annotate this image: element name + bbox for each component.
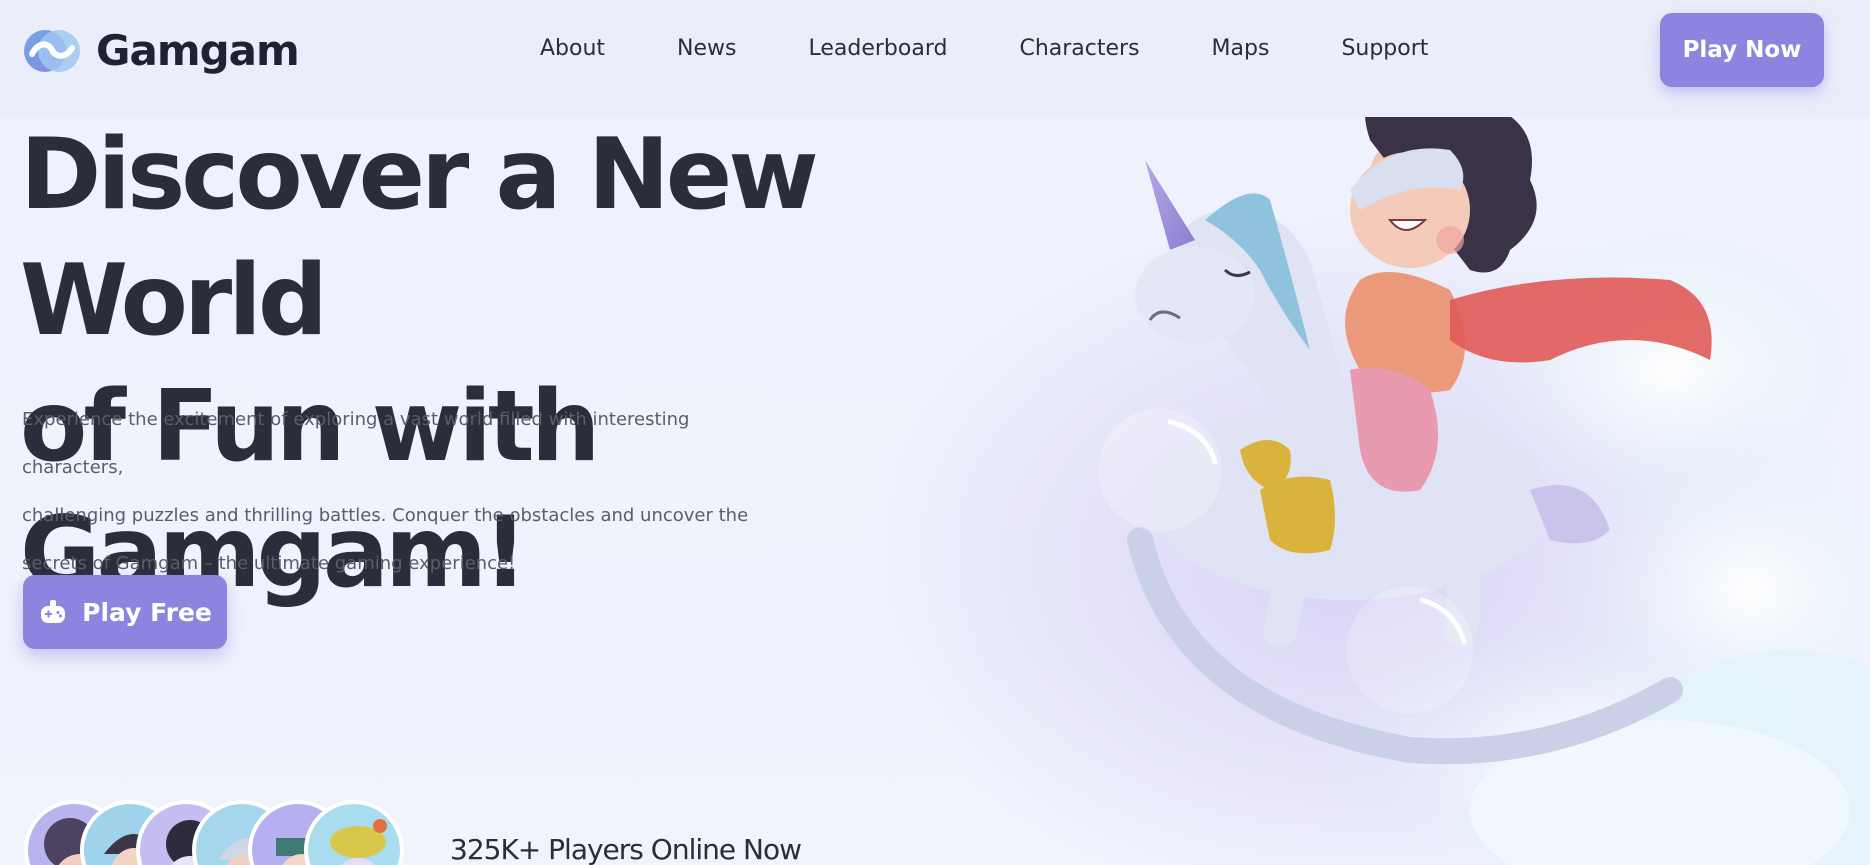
play-free-label: Play Free	[82, 597, 212, 627]
brand-name: Gamgam	[96, 26, 300, 75]
kid-cheek	[1436, 226, 1464, 254]
bubble	[1346, 586, 1474, 714]
nav-characters[interactable]: Characters	[1019, 36, 1139, 61]
gamepad-icon	[41, 600, 66, 623]
unicorn-head	[1135, 247, 1255, 343]
nav-about[interactable]: About	[540, 36, 605, 61]
landing-page: Gamgam About News Leaderboard Characters…	[0, 0, 1870, 865]
nav-support[interactable]: Support	[1341, 36, 1428, 61]
nav-news[interactable]: News	[677, 36, 736, 61]
play-free-button[interactable]: Play Free	[23, 575, 227, 649]
brand-logo[interactable]: Gamgam	[22, 26, 300, 75]
main-nav: About News Leaderboard Characters Maps S…	[540, 36, 1500, 61]
logo-icon	[24, 29, 80, 72]
player-avatars	[24, 798, 444, 865]
nav-leaderboard[interactable]: Leaderboard	[809, 36, 948, 61]
hero-desc-line-2: challenging puzzles and thrilling battle…	[22, 505, 749, 526]
bubble	[1098, 408, 1222, 532]
hero-desc-line-3: secrets of Gamgam – the ultimate gaming …	[22, 553, 516, 574]
players-online-count: 325K+ Players Online Now	[450, 833, 802, 865]
hero-desc-line-1: Experience the excitement of exploring a…	[22, 409, 690, 478]
hero-title-line-1: Discover a New World	[20, 118, 819, 358]
hero-description: Experience the excitement of exploring a…	[22, 396, 782, 588]
hero-illustration	[1098, 78, 1870, 865]
site-header: Gamgam About News Leaderboard Characters…	[0, 0, 1870, 117]
unicorn-horn	[1145, 160, 1195, 250]
play-now-button[interactable]: Play Now	[1660, 13, 1824, 87]
nav-maps[interactable]: Maps	[1212, 36, 1270, 61]
